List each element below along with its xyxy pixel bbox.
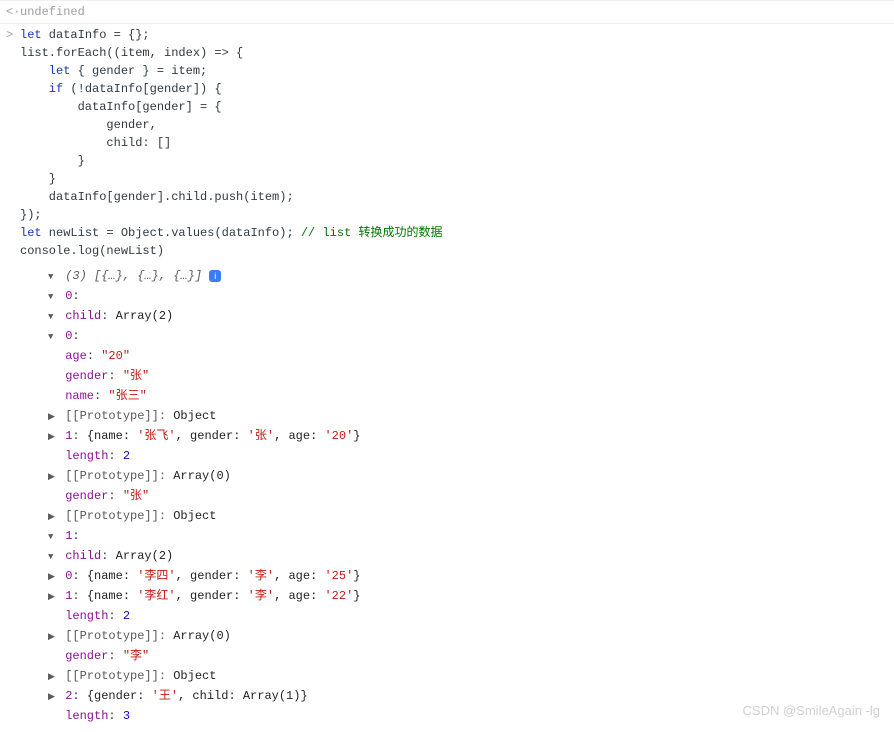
value: 3	[123, 709, 130, 723]
key: gender	[65, 369, 108, 383]
input-prompt-icon: >	[6, 26, 13, 44]
value-inline: {name: '张飞', gender: '张', age: '20'}	[87, 429, 361, 443]
expand-icon[interactable]	[48, 311, 58, 325]
key: [[Prototype]]	[65, 409, 159, 423]
value: "张三"	[108, 389, 146, 403]
tree-item-child[interactable]: child: Array(2)	[48, 546, 894, 566]
key: child	[65, 549, 101, 563]
key: gender	[65, 489, 108, 503]
tree-item-1[interactable]: 1:	[48, 526, 894, 546]
tree-prop-gender-outer[interactable]: gender: "李"	[48, 646, 894, 666]
value-inline: {name: '李四', gender: '李', age: '25'}	[87, 569, 361, 583]
value: "张"	[123, 489, 149, 503]
tree-item-2[interactable]: 2: {gender: '王', child: Array(1)}	[48, 686, 894, 706]
key: name	[65, 389, 94, 403]
tree-prototype[interactable]: [[Prototype]]: Object	[48, 506, 894, 526]
code-block[interactable]: let dataInfo = {}; list.forEach((item, i…	[20, 26, 894, 260]
console-output-row: <· undefined	[0, 0, 894, 23]
tree-prop-length[interactable]: length: 3	[48, 706, 894, 726]
value: 2	[123, 449, 130, 463]
expand-icon[interactable]	[48, 531, 58, 545]
key: [[Prototype]]	[65, 629, 159, 643]
key: [[Prototype]]	[65, 509, 159, 523]
key: length	[65, 449, 108, 463]
expand-icon[interactable]	[48, 671, 58, 685]
console-input-row[interactable]: > let dataInfo = {}; list.forEach((item,…	[0, 23, 894, 262]
value: 2	[123, 609, 130, 623]
key: length	[65, 609, 108, 623]
key: child	[65, 309, 101, 323]
expand-icon[interactable]	[48, 431, 58, 445]
value: Object	[173, 669, 216, 683]
undefined-return: undefined	[20, 5, 85, 19]
tree-prop-length[interactable]: length: 2	[48, 446, 894, 466]
expand-icon[interactable]	[48, 551, 58, 565]
value: "20"	[101, 349, 130, 363]
object-tree[interactable]: (3) [{…}, {…}, {…}] i 0: child: Array(2)…	[20, 262, 894, 730]
value-inline: {gender: '王', child: Array(1)}	[87, 689, 308, 703]
value: "李"	[123, 649, 149, 663]
key: length	[65, 709, 108, 723]
expand-icon[interactable]	[48, 411, 58, 425]
expand-icon[interactable]	[48, 591, 58, 605]
expand-icon[interactable]	[48, 271, 58, 285]
tree-prop-gender-outer[interactable]: gender: "张"	[48, 486, 894, 506]
array-summary: (3) [{…}, {…}, {…}]	[65, 269, 202, 283]
key: [[Prototype]]	[65, 469, 159, 483]
expand-icon[interactable]	[48, 571, 58, 585]
tree-prototype[interactable]: [[Prototype]]: Array(0)	[48, 626, 894, 646]
tree-prototype[interactable]: [[Prototype]]: Object	[48, 666, 894, 686]
value: Object	[173, 509, 216, 523]
tree-prop-gender[interactable]: gender: "张"	[48, 366, 894, 386]
expand-icon[interactable]	[48, 291, 58, 305]
value-inline: {name: '李红', gender: '李', age: '22'}	[87, 589, 361, 603]
tree-root[interactable]: (3) [{…}, {…}, {…}] i	[48, 266, 894, 286]
tree-item-1-0[interactable]: 0: {name: '李四', gender: '李', age: '25'}	[48, 566, 894, 586]
expand-icon[interactable]	[48, 691, 58, 705]
value: Array(0)	[173, 469, 231, 483]
expand-icon[interactable]	[48, 631, 58, 645]
tree-prop-age[interactable]: age: "20"	[48, 346, 894, 366]
tree-prop-name[interactable]: name: "张三"	[48, 386, 894, 406]
value: Array(2)	[116, 549, 174, 563]
tree-prop-length[interactable]: length: 2	[48, 606, 894, 626]
key: [[Prototype]]	[65, 669, 159, 683]
key: age	[65, 349, 87, 363]
value: "张"	[123, 369, 149, 383]
expand-icon[interactable]	[48, 471, 58, 485]
expand-icon[interactable]	[48, 331, 58, 345]
tree-prototype[interactable]: [[Prototype]]: Array(0)	[48, 466, 894, 486]
value: Object	[173, 409, 216, 423]
expand-icon[interactable]	[48, 511, 58, 525]
tree-item-0-1[interactable]: 1: {name: '张飞', gender: '张', age: '20'}	[48, 426, 894, 446]
info-icon[interactable]: i	[209, 270, 221, 282]
tree-item-0[interactable]: 0:	[48, 286, 894, 306]
tree-item-child[interactable]: child: Array(2)	[48, 306, 894, 326]
value: Array(2)	[116, 309, 174, 323]
key: gender	[65, 649, 108, 663]
console-log-output: (3) [{…}, {…}, {…}] i 0: child: Array(2)…	[0, 262, 894, 732]
tree-item-1-1[interactable]: 1: {name: '李红', gender: '李', age: '22'}	[48, 586, 894, 606]
tree-item-0-0[interactable]: 0:	[48, 326, 894, 346]
tree-prototype[interactable]: [[Prototype]]: Object	[48, 406, 894, 426]
output-marker: <·	[6, 3, 20, 21]
value: Array(0)	[173, 629, 231, 643]
